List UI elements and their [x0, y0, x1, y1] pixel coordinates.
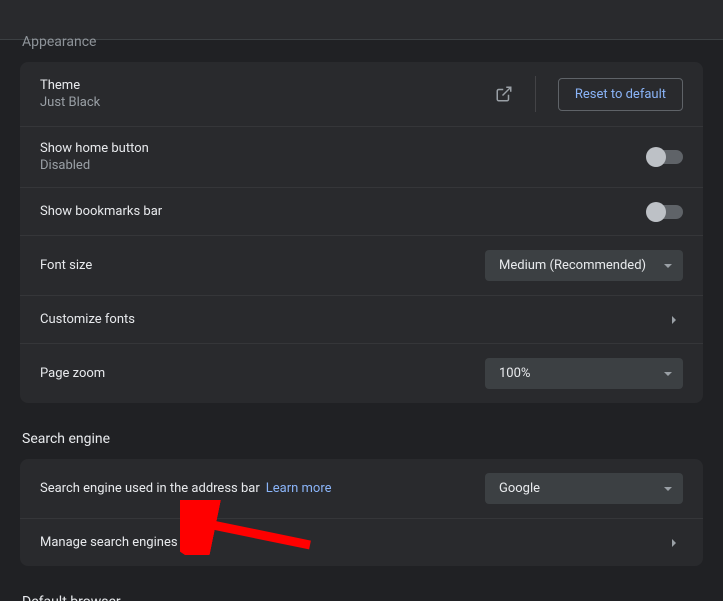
font-size-value: Medium (Recommended) — [499, 258, 646, 273]
theme-row[interactable]: Theme Just Black Reset to default — [20, 62, 703, 126]
chevron-right-icon — [671, 538, 677, 548]
chevron-down-icon — [663, 261, 673, 271]
toggle-knob — [646, 202, 666, 222]
chevron-down-icon — [663, 484, 673, 494]
show-bookmarks-bar-row[interactable]: Show bookmarks bar — [20, 187, 703, 235]
font-size-label: Font size — [40, 258, 485, 273]
show-home-button-sub: Disabled — [40, 158, 649, 173]
font-size-row: Font size Medium (Recommended) — [20, 235, 703, 295]
learn-more-link[interactable]: Learn more — [266, 481, 332, 496]
search-engine-section-title: Search engine — [22, 431, 703, 447]
toggle-knob — [646, 147, 666, 167]
search-engine-select[interactable]: Google — [485, 473, 683, 504]
search-engine-value: Google — [499, 481, 540, 496]
page-zoom-row: Page zoom 100% — [20, 343, 703, 403]
default-browser-section-title: Default browser — [22, 594, 703, 601]
reset-to-default-button[interactable]: Reset to default — [558, 78, 683, 111]
chevron-right-icon — [671, 315, 677, 325]
search-engine-used-label: Search engine used in the address bar — [40, 481, 260, 496]
search-engine-card: Search engine used in the address bar Le… — [20, 459, 703, 566]
appearance-card: Theme Just Black Reset to default Show h… — [20, 62, 703, 403]
open-in-new-icon[interactable] — [495, 85, 513, 103]
customize-fonts-label: Customize fonts — [40, 312, 671, 327]
theme-label: Theme — [40, 78, 495, 93]
show-bookmarks-bar-toggle[interactable] — [649, 205, 683, 219]
search-engine-used-row: Search engine used in the address bar Le… — [20, 459, 703, 518]
page-zoom-select[interactable]: 100% — [485, 358, 683, 389]
theme-value: Just Black — [40, 95, 495, 110]
show-home-button-label: Show home button — [40, 141, 649, 156]
manage-search-engines-row[interactable]: Manage search engines — [20, 518, 703, 566]
page-zoom-value: 100% — [499, 366, 530, 381]
page-zoom-label: Page zoom — [40, 366, 485, 381]
divider — [535, 76, 536, 112]
appearance-section-title: Appearance — [22, 34, 703, 50]
show-home-button-row[interactable]: Show home button Disabled — [20, 126, 703, 187]
show-bookmarks-bar-label: Show bookmarks bar — [40, 204, 649, 219]
manage-search-engines-label: Manage search engines — [40, 535, 671, 550]
customize-fonts-row[interactable]: Customize fonts — [20, 295, 703, 343]
show-home-button-toggle[interactable] — [649, 150, 683, 164]
chevron-down-icon — [663, 369, 673, 379]
font-size-select[interactable]: Medium (Recommended) — [485, 250, 683, 281]
